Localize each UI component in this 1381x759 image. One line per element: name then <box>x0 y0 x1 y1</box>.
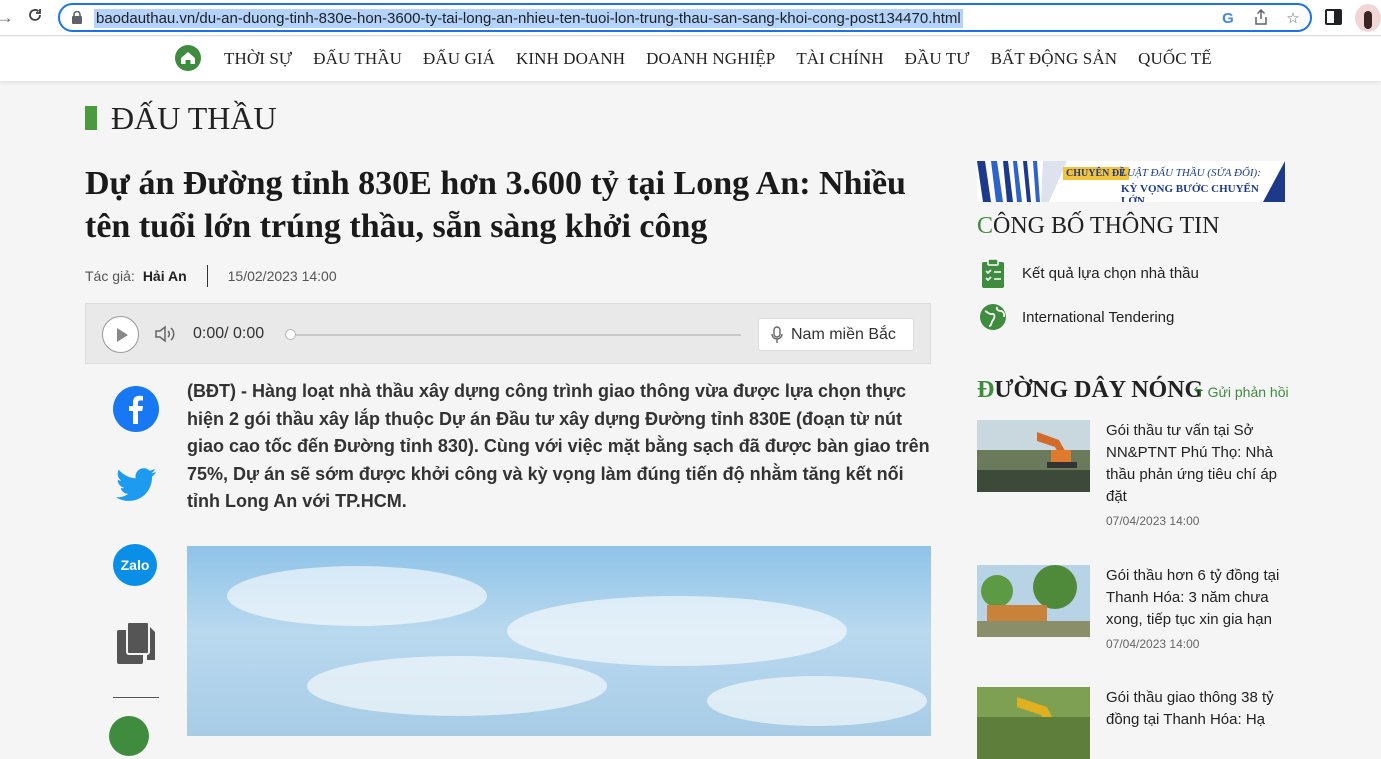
banner-graphic <box>977 161 1067 202</box>
news-date: 07/04/2023 14:00 <box>1106 637 1200 651</box>
volume-icon[interactable] <box>154 324 178 344</box>
news-title[interactable]: Gói thầu hơn 6 tỷ đồng tại Thanh Hóa: 3 … <box>1106 565 1286 631</box>
more-share-button[interactable] <box>109 716 149 756</box>
news-title[interactable]: Gói thầu tư vấn tại Sở NN&PTNT Phú Thọ: … <box>1106 420 1286 508</box>
nav-item-quoc-te[interactable]: QUỐC TẾ <box>1138 49 1212 69</box>
hotline-heading: ĐƯỜNG DÂY NÓNG <box>977 377 1203 404</box>
lock-icon[interactable] <box>72 11 82 24</box>
site-navigation: THỜI SỰ ĐẤU THẦU ĐẤU GIÁ KINH DOANH DOAN… <box>0 37 1381 81</box>
globe-icon <box>980 304 1006 330</box>
disclosure-heading: CÔNG BỐ THÔNG TIN <box>977 213 1219 240</box>
international-tendering-label: International Tendering <box>1022 308 1175 326</box>
nav-item-dau-thau[interactable]: ĐẤU THẦU <box>313 49 402 69</box>
zalo-share-button[interactable]: Zalo <box>113 544 157 586</box>
nav-item-tai-chinh[interactable]: TÀI CHÍNH <box>796 49 883 69</box>
link-contractor-selection-results[interactable]: Kết quả lựa chọn nhà thầu <box>977 255 1199 291</box>
disclosure-heading-initial: C <box>977 213 994 239</box>
contractor-selection-label: Kết quả lựa chọn nhà thầu <box>1022 264 1199 282</box>
section-heading: ĐẤU THẦU <box>85 100 277 136</box>
author-label: Tác giả: <box>85 268 135 284</box>
reload-icon[interactable] <box>24 7 46 29</box>
send-feedback-link[interactable]: ↰ Gửi phản hồi <box>1192 384 1289 401</box>
copy-link-button[interactable] <box>113 620 159 668</box>
progress-track[interactable] <box>291 334 741 336</box>
playback-time: 0:00/ 0:00 <box>193 325 265 342</box>
author-name[interactable]: Hải An <box>143 268 187 284</box>
side-panel-icon[interactable] <box>1325 9 1342 25</box>
article-summary: (BĐT) - Hàng loạt nhà thầu xây dựng công… <box>187 381 930 511</box>
zalo-icon: Zalo <box>120 557 150 573</box>
nav-item-dau-tu[interactable]: ĐẦU TƯ <box>905 49 970 69</box>
profile-avatar[interactable] <box>1355 4 1381 32</box>
news-title[interactable]: Gói thầu giao thông 38 tỷ đồng tại Thanh… <box>1106 687 1286 731</box>
nav-item-kinh-doanh[interactable]: KINH DOANH <box>516 49 625 69</box>
news-thumbnail <box>977 565 1090 637</box>
send-feedback-label: Gửi phản hồi <box>1207 384 1289 400</box>
google-translate-icon[interactable]: G <box>1218 9 1238 29</box>
twitter-share-button[interactable] <box>113 462 159 508</box>
url-text[interactable]: baodauthau.vn/du-an-duong-tinh-830e-hon-… <box>94 9 963 28</box>
news-thumbnail <box>977 420 1090 492</box>
article-hero-image <box>187 546 931 736</box>
section-marker <box>85 106 97 130</box>
voice-select[interactable]: Nam miền Bắc <box>758 318 914 351</box>
article-title: Dự án Đường tỉnh 830E hơn 3.600 tỷ tại L… <box>85 165 906 245</box>
nav-item-bat-dong-san[interactable]: BẤT ĐỘNG SẢN <box>991 49 1118 69</box>
bookmark-star-icon[interactable]: ☆ <box>1283 9 1303 29</box>
copy-icon <box>117 621 155 664</box>
hotline-heading-text: ƯỜNG DÂY NÓNG <box>994 377 1204 403</box>
banner-line-1: LUẬT ĐẤU THẦU (SỬA ĐỔI): <box>1121 167 1261 179</box>
publish-date: 15/02/2023 14:00 <box>227 268 337 284</box>
news-item[interactable]: Gói thầu tư vấn tại Sở NN&PTNT Phú Thọ: … <box>977 420 1285 540</box>
reply-icon: ↰ <box>1192 384 1204 400</box>
banner-tag: CHUYÊN ĐỀ <box>1063 167 1129 180</box>
forward-icon[interactable]: → <box>0 7 16 29</box>
nav-item-doanh-nghiep[interactable]: DOANH NGHIỆP <box>646 49 775 69</box>
audio-player: 0:00/ 0:00 Nam miền Bắc <box>85 303 931 364</box>
nav-item-thoi-su[interactable]: THỜI SỰ <box>224 49 292 69</box>
progress-handle[interactable] <box>285 329 296 340</box>
topic-banner[interactable]: CHUYÊN ĐỀ LUẬT ĐẤU THẦU (SỬA ĐỔI): KỲ VỌ… <box>977 161 1285 202</box>
microphone-icon <box>771 325 783 343</box>
share-divider <box>113 697 159 698</box>
news-thumbnail <box>977 687 1090 759</box>
twitter-icon <box>116 468 156 501</box>
news-item[interactable]: Gói thầu hơn 6 tỷ đồng tại Thanh Hóa: 3 … <box>977 565 1285 665</box>
link-international-tendering[interactable]: International Tendering <box>977 299 1174 335</box>
byline-divider <box>206 265 208 287</box>
news-date: 07/04/2023 14:00 <box>1106 514 1200 528</box>
facebook-share-button[interactable] <box>113 386 159 432</box>
byline: Tác giả: Hải An 15/02/2023 14:00 <box>85 265 337 287</box>
address-bar[interactable]: baodauthau.vn/du-an-duong-tinh-830e-hon-… <box>58 3 1312 32</box>
share-icon[interactable] <box>1251 8 1271 29</box>
nav-item-dau-gia[interactable]: ĐẤU GIÁ <box>423 49 495 69</box>
disclosure-heading-text: ÔNG BỐ THÔNG TIN <box>993 213 1220 239</box>
browser-toolbar: → baodauthau.vn/du-an-duong-tinh-830e-ho… <box>0 0 1381 36</box>
section-title[interactable]: ĐẤU THẦU <box>111 100 277 137</box>
facebook-icon <box>129 395 143 424</box>
clipboard-checklist-icon <box>982 258 1004 288</box>
hotline-heading-initial: Đ <box>977 377 995 403</box>
voice-label: Nam miền Bắc <box>791 325 896 343</box>
home-icon[interactable] <box>175 45 201 71</box>
play-button[interactable] <box>102 316 139 353</box>
